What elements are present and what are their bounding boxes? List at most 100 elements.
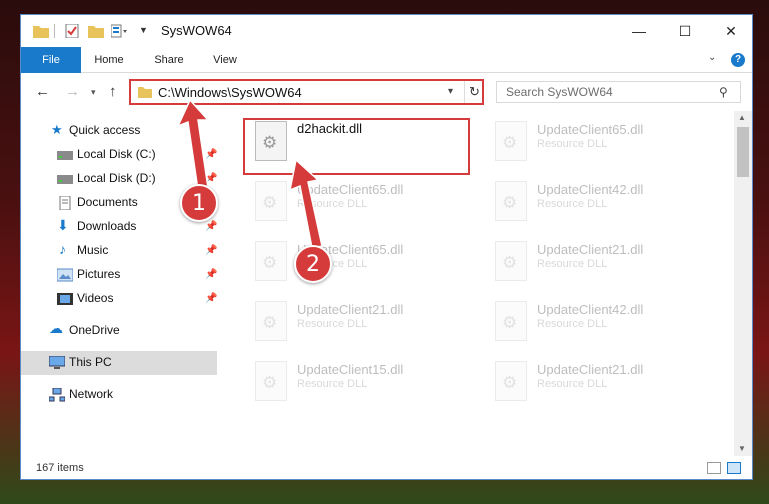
window-title: SysWOW64 bbox=[161, 23, 232, 38]
recent-locations-icon[interactable]: ▾ bbox=[91, 87, 96, 98]
toolbar-separator bbox=[54, 24, 55, 38]
navigation-pane: ★ Quick access Local Disk (C:) 📌 Local D… bbox=[21, 115, 219, 455]
properties-icon[interactable] bbox=[64, 24, 80, 38]
file-item[interactable]: ⚙ UpdateClient15.dll Resource DLL bbox=[245, 357, 465, 413]
sidebar-item-label: Downloads bbox=[77, 219, 137, 233]
close-button[interactable]: ✕ bbox=[708, 15, 754, 47]
network-icon bbox=[49, 388, 65, 402]
dll-file-icon: ⚙ bbox=[495, 121, 527, 161]
gear-icon: ⚙ bbox=[502, 193, 518, 212]
sidebar-item-label: Music bbox=[77, 243, 109, 257]
gear-icon: ⚙ bbox=[502, 373, 518, 392]
sidebar-item-label: Quick access bbox=[69, 123, 141, 137]
scroll-down-icon[interactable]: ▼ bbox=[738, 444, 746, 453]
sidebar-item-videos[interactable]: Videos 📌 bbox=[21, 287, 217, 311]
item-count: 167 items bbox=[36, 462, 84, 474]
videos-icon bbox=[57, 293, 73, 305]
tab-view[interactable]: View bbox=[205, 47, 245, 73]
search-icon[interactable]: ⚲ bbox=[719, 85, 728, 99]
tab-file[interactable]: File bbox=[21, 47, 81, 73]
sidebar-item-pictures[interactable]: Pictures 📌 bbox=[21, 263, 217, 287]
sidebar-item-this-pc[interactable]: This PC bbox=[21, 351, 217, 375]
pin-icon[interactable]: 📌 bbox=[205, 221, 217, 232]
file-item[interactable]: ⚙ UpdateClient21.dll Resource DLL bbox=[485, 237, 705, 293]
search-input[interactable]: Search SysWOW64 ⚲ bbox=[496, 81, 741, 103]
dll-file-icon: ⚙ bbox=[255, 361, 287, 401]
gear-icon: ⚙ bbox=[262, 313, 278, 332]
file-name: UpdateClient15.dll bbox=[297, 362, 404, 377]
pin-icon[interactable]: 📌 bbox=[205, 293, 217, 304]
pin-icon[interactable]: 📌 bbox=[205, 269, 217, 280]
help-icon[interactable]: ? bbox=[731, 53, 745, 67]
file-highlight-box bbox=[243, 118, 470, 175]
ribbon-tabs: File Home Share View ⌄ ? bbox=[21, 47, 752, 73]
file-item[interactable]: ⚙ UpdateClient21.dll Resource DLL bbox=[485, 357, 705, 413]
expand-ribbon-icon[interactable]: ⌄ bbox=[708, 52, 716, 63]
drive-icon bbox=[57, 151, 73, 160]
gear-icon: ⚙ bbox=[262, 253, 278, 272]
dll-file-icon: ⚙ bbox=[255, 241, 287, 281]
file-type: Resource DLL bbox=[537, 318, 608, 330]
file-type: Resource DLL bbox=[537, 198, 608, 210]
vertical-scrollbar[interactable]: ▲ ▼ bbox=[734, 111, 752, 456]
gear-icon: ⚙ bbox=[502, 253, 518, 272]
refresh-icon[interactable]: ↻ bbox=[464, 81, 484, 103]
file-name: UpdateClient21.dll bbox=[537, 242, 644, 257]
file-item[interactable]: ⚙ UpdateClient42.dll Resource DLL bbox=[485, 177, 705, 233]
gear-icon: ⚙ bbox=[262, 193, 278, 212]
tab-share[interactable]: Share bbox=[145, 47, 193, 73]
address-path[interactable]: C:\Windows\SysWOW64 bbox=[158, 85, 302, 100]
navigation-bar: ← → ▾ ↑ C:\Windows\SysWOW64 ▾ ↻ Search S… bbox=[21, 73, 752, 111]
file-name: UpdateClient65.dll bbox=[537, 122, 644, 137]
tab-home[interactable]: Home bbox=[87, 47, 131, 73]
file-item[interactable]: ⚙ UpdateClient21.dll Resource DLL bbox=[245, 297, 465, 353]
folder-icon[interactable] bbox=[33, 24, 49, 38]
dll-file-icon: ⚙ bbox=[495, 181, 527, 221]
file-name: UpdateClient65.dll bbox=[297, 182, 404, 197]
onedrive-icon: ☁ bbox=[49, 320, 63, 336]
pictures-icon bbox=[57, 268, 73, 282]
sidebar-item-label: Pictures bbox=[77, 267, 121, 281]
annotation-step-2: 2 bbox=[294, 245, 332, 283]
sidebar-item-quick-access[interactable]: ★ Quick access bbox=[21, 119, 217, 143]
scroll-thumb[interactable] bbox=[737, 127, 749, 177]
scroll-up-icon[interactable]: ▲ bbox=[738, 113, 746, 122]
pin-icon[interactable]: 📌 bbox=[205, 245, 217, 256]
sidebar-item-local-disk-c[interactable]: Local Disk (C:) 📌 bbox=[21, 143, 217, 167]
sidebar-item-onedrive[interactable]: ☁ OneDrive bbox=[21, 319, 217, 343]
file-item[interactable]: ⚙ UpdateClient65.dll Resource DLL bbox=[245, 237, 465, 293]
file-type: Resource DLL bbox=[297, 198, 368, 210]
gear-icon: ⚙ bbox=[502, 133, 518, 152]
address-dropdown-icon[interactable]: ▾ bbox=[448, 86, 453, 97]
view-options-icon[interactable] bbox=[111, 24, 127, 38]
file-item[interactable]: ⚙ UpdateClient42.dll Resource DLL bbox=[485, 297, 705, 353]
gear-icon: ⚙ bbox=[262, 373, 278, 392]
title-bar: ▼ SysWOW64 — ☐ ✕ bbox=[21, 15, 752, 47]
up-button[interactable]: ↑ bbox=[109, 83, 117, 100]
computer-icon bbox=[49, 356, 65, 369]
sidebar-item-label: Network bbox=[69, 387, 114, 401]
sidebar-item-music[interactable]: ♪ Music 📌 bbox=[21, 239, 217, 263]
file-type: Resource DLL bbox=[297, 318, 368, 330]
pin-icon[interactable]: 📌 bbox=[205, 173, 217, 184]
sidebar-item-network[interactable]: Network bbox=[21, 383, 217, 407]
new-folder-icon[interactable] bbox=[88, 24, 104, 38]
explorer-window: ▼ SysWOW64 — ☐ ✕ File Home Share View ⌄ … bbox=[20, 14, 753, 480]
file-name: UpdateClient42.dll bbox=[537, 182, 644, 197]
folder-icon bbox=[138, 87, 152, 98]
back-button[interactable]: ← bbox=[35, 83, 50, 100]
pin-icon[interactable]: 📌 bbox=[205, 149, 217, 160]
file-item[interactable]: ⚙ UpdateClient65.dll Resource DLL bbox=[245, 177, 465, 233]
file-name: UpdateClient21.dll bbox=[537, 362, 644, 377]
drive-icon bbox=[57, 175, 73, 184]
forward-button[interactable]: → bbox=[65, 83, 80, 100]
maximize-button[interactable]: ☐ bbox=[662, 15, 708, 47]
dll-file-icon: ⚙ bbox=[495, 361, 527, 401]
address-bar[interactable]: C:\Windows\SysWOW64 ▾ ↻ bbox=[129, 79, 484, 105]
file-item[interactable]: ⚙ UpdateClient65.dll Resource DLL bbox=[485, 117, 705, 173]
minimize-button[interactable]: — bbox=[616, 15, 662, 47]
quick-access-dropdown-icon[interactable]: ▼ bbox=[139, 25, 148, 35]
details-view-icon[interactable] bbox=[707, 462, 721, 474]
annotation-step-1: 1 bbox=[180, 184, 218, 222]
large-icons-view-icon[interactable] bbox=[727, 462, 741, 474]
